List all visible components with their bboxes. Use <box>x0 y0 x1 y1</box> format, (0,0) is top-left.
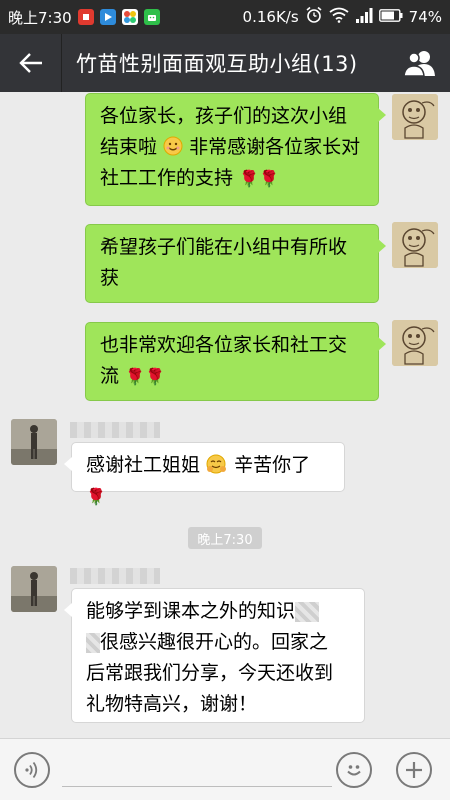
network-speed: 0.16K/s <box>242 8 299 26</box>
notification-icon <box>77 9 94 25</box>
avatar-member[interactable] <box>11 566 57 612</box>
smiley-icon <box>347 765 361 776</box>
cartoon-avatar-icon <box>392 320 438 366</box>
group-members-button[interactable] <box>390 34 450 92</box>
message-line: 能够学到课本之外的知识 <box>86 596 350 627</box>
sender-name-blurred <box>70 422 160 438</box>
video-app-icon <box>99 9 116 25</box>
rose-emoji-icon: 🌹 <box>125 367 145 386</box>
message-line: 也非常欢迎各位家长和社工交 <box>100 334 348 356</box>
cartoon-avatar-icon <box>392 222 438 268</box>
message-input[interactable] <box>62 753 332 787</box>
voice-icon <box>25 761 38 779</box>
person-photo-icon <box>11 566 57 612</box>
blurred-text <box>295 601 320 622</box>
android-app-icon <box>143 9 160 25</box>
message-line: 各位家长，孩子们的这次小组 <box>100 105 348 127</box>
message-line: 希望孩子们能在小组中有所收 <box>100 236 348 258</box>
plus-icon <box>406 762 422 778</box>
message-bubble-outgoing[interactable]: 也非常欢迎各位家长和社工交 流 🌹🌹 <box>85 322 386 401</box>
people-icon <box>403 51 435 77</box>
message-line: 流 🌹🌹 <box>100 365 165 387</box>
input-bar <box>0 738 450 800</box>
signal-icon <box>355 7 373 27</box>
hug-emoji-icon <box>200 454 234 476</box>
message-bubble-incoming[interactable]: 感谢社工姐姐 辛苦你了 🌹 <box>64 442 345 506</box>
message-line: 获 <box>100 267 120 289</box>
message-bubble-outgoing[interactable]: 希望孩子们能在小组中有所收 获 <box>85 224 386 303</box>
chat-title: 竹苗性别面面观互助小组(13) <box>76 52 358 76</box>
rose-emoji-icon: 🌹 <box>144 367 165 386</box>
battery-level: 74% <box>408 8 442 26</box>
alarm-icon <box>305 6 323 28</box>
rose-emoji-icon: 🌹 <box>258 169 279 188</box>
avatar-member[interactable] <box>11 419 57 465</box>
status-bar: 晚上7:30 0.16K/s 74% <box>0 0 450 34</box>
emoji-button[interactable] <box>336 752 372 788</box>
chat-header: 竹苗性别面面观互助小组(13) <box>0 34 450 92</box>
message-bubble-incoming[interactable]: 能够学到课本之外的知识 很感兴趣很开心的。回家之 后常跟我们分享，今天还收到 礼… <box>64 588 365 723</box>
avatar-self[interactable] <box>392 320 438 366</box>
person-photo-icon <box>11 419 57 465</box>
message-list[interactable]: 各位家长，孩子们的这次小组 结束啦 非常感谢各位家长对 社工工作的支持 🌹🌹 希… <box>0 92 450 738</box>
message-line: 很感兴趣很开心的。回家之 <box>86 627 350 658</box>
multicolor-app-icon <box>121 9 138 25</box>
back-arrow-icon <box>18 53 42 73</box>
time-divider: 晚上7:30 <box>188 527 262 549</box>
avatar-self[interactable] <box>392 222 438 268</box>
rose-emoji-icon: 🌹 <box>239 169 259 188</box>
back-button[interactable] <box>0 34 62 92</box>
blurred-text <box>86 632 100 653</box>
status-time: 晚上7:30 <box>8 8 72 27</box>
message-line: 结束啦 非常感谢各位家长对 <box>100 136 361 158</box>
battery-icon <box>378 8 403 26</box>
wifi-icon <box>329 7 349 27</box>
rose-emoji-icon: 🌹 <box>86 487 106 506</box>
voice-input-button[interactable] <box>14 752 50 788</box>
message-line: 社工工作的支持 🌹🌹 <box>100 167 279 189</box>
avatar-self[interactable] <box>392 94 438 140</box>
message-bubble-outgoing[interactable]: 各位家长，孩子们的这次小组 结束啦 非常感谢各位家长对 社工工作的支持 🌹🌹 <box>85 93 386 206</box>
cartoon-avatar-icon <box>392 94 438 140</box>
smile-emoji-icon <box>157 136 189 158</box>
message-line: 礼物特高兴，谢谢！ <box>86 693 258 715</box>
sender-name-blurred <box>70 568 160 584</box>
more-options-button[interactable] <box>396 752 432 788</box>
message-line: 后常跟我们分享，今天还收到 <box>86 662 334 684</box>
